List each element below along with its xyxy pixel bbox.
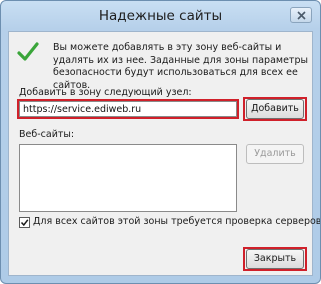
require-https-checkbox[interactable] (19, 217, 30, 228)
site-url-input[interactable] (19, 101, 237, 117)
add-button[interactable]: Добавить (246, 99, 304, 119)
close-button[interactable]: Закрыть (246, 249, 304, 269)
add-site-label: Добавить в зону следующий узел: (19, 87, 192, 98)
title-bar[interactable]: Надежные сайты (1, 1, 320, 31)
close-window-button[interactable] (290, 7, 312, 23)
close-icon (297, 11, 306, 20)
checkmark-icon (20, 219, 29, 227)
websites-label: Веб-сайты: (19, 129, 75, 140)
websites-list[interactable] (19, 144, 237, 212)
dialog-content: Вы можете добавлять в эту зону веб-сайты… (8, 31, 320, 276)
require-https-label: Для всех сайтов этой зоны требуется пров… (33, 216, 321, 227)
remove-button[interactable]: Удалить (246, 144, 304, 164)
trusted-sites-dialog: Надежные сайты Вы можете добавлять в эту… (0, 0, 321, 284)
dialog-title: Надежные сайты (98, 8, 223, 24)
zone-info-text: Вы можете добавлять в эту зону веб-сайты… (53, 42, 308, 91)
green-checkmark-icon (17, 42, 39, 61)
